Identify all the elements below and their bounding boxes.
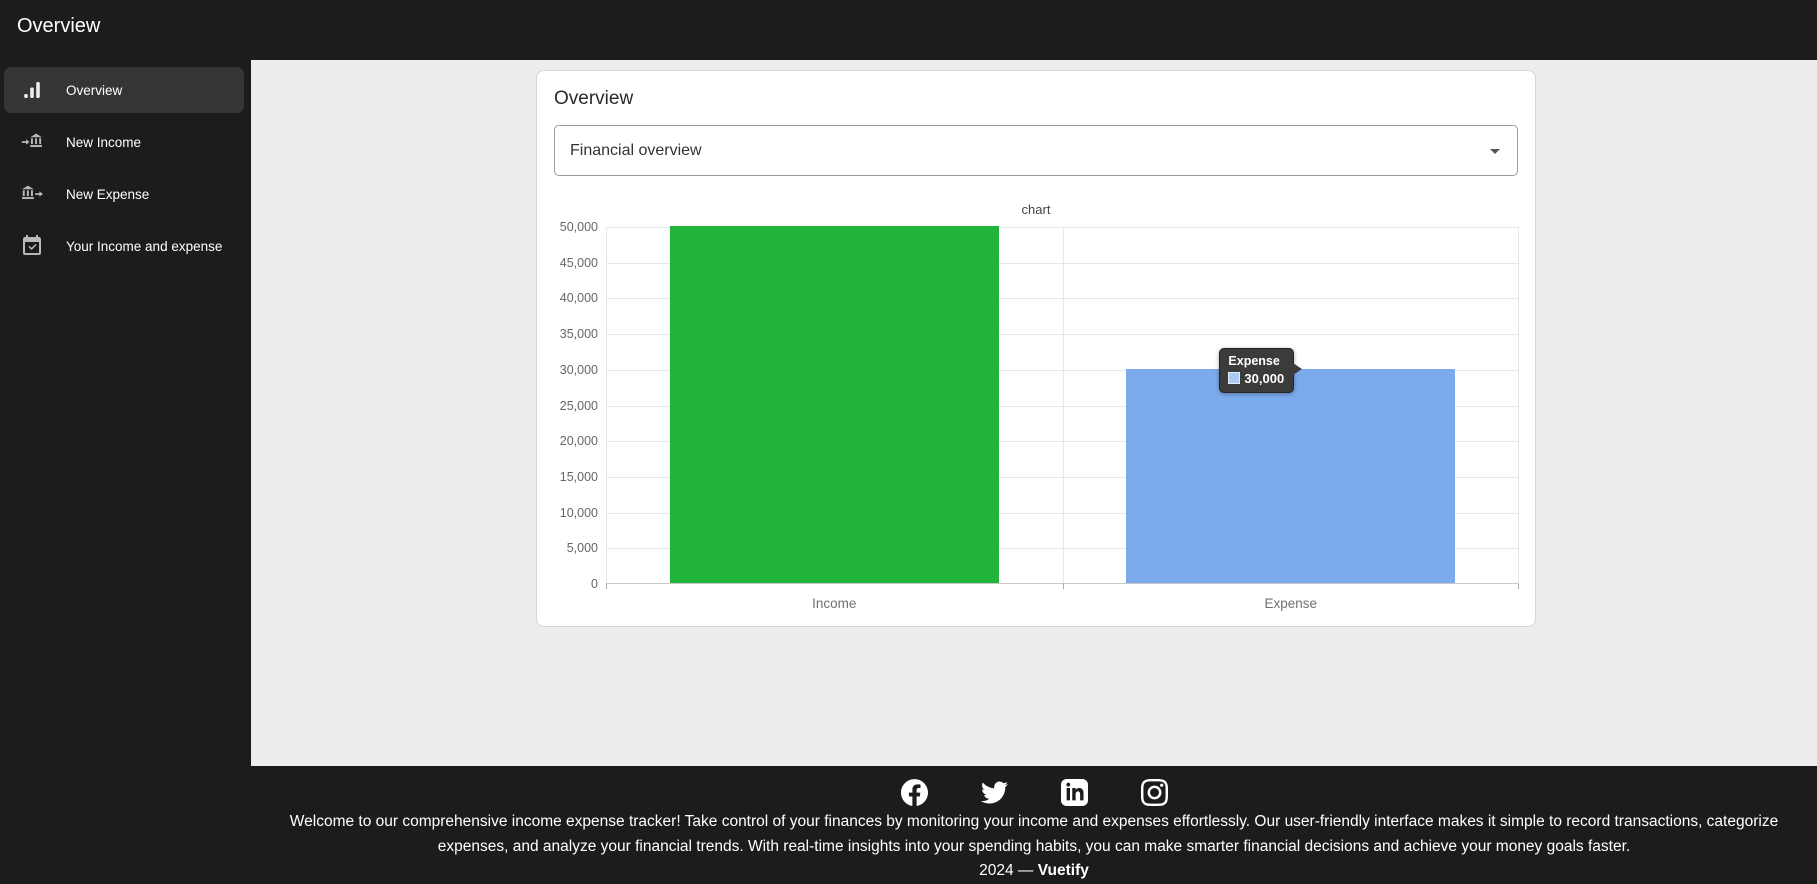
bank-transfer-out-icon bbox=[20, 182, 44, 206]
vertical-gridline bbox=[1518, 227, 1519, 583]
vertical-gridline bbox=[1063, 227, 1064, 583]
expense-bar[interactable] bbox=[1126, 369, 1455, 583]
copyright-year: 2024 — bbox=[979, 862, 1038, 879]
y-tick-label: 45,000 bbox=[537, 255, 598, 271]
calendar-check-icon bbox=[20, 234, 44, 258]
chart-title: chart bbox=[554, 202, 1518, 217]
tooltip-pointer-icon bbox=[1293, 363, 1302, 375]
sidebar-item-new-income[interactable]: New Income bbox=[4, 119, 244, 165]
overview-card: Overview Financial overview chart 05,000… bbox=[536, 70, 1536, 627]
linkedin-icon[interactable] bbox=[1061, 779, 1088, 806]
tooltip-series-label: Expense bbox=[1228, 353, 1284, 369]
sidebar-item-new-expense[interactable]: New Expense bbox=[4, 171, 244, 217]
page-title: Overview bbox=[17, 14, 100, 38]
facebook-icon[interactable] bbox=[901, 779, 928, 806]
main-content: Overview Financial overview chart 05,000… bbox=[251, 60, 1817, 766]
tooltip-swatch bbox=[1228, 372, 1240, 384]
sidebar-item-label: New Expense bbox=[66, 187, 149, 202]
bar-chart-icon bbox=[20, 78, 44, 102]
x-axis-tick bbox=[1063, 584, 1064, 589]
tooltip-value: 30,000 bbox=[1244, 371, 1284, 386]
sidebar: Overview New Income New Expense Your Income… bbox=[0, 60, 251, 766]
sidebar-item-your-income-and-expense[interactable]: Your Income and expense bbox=[4, 223, 244, 269]
sidebar-item-label: New Income bbox=[66, 135, 141, 150]
y-tick-label: 15,000 bbox=[537, 469, 598, 485]
income-bar[interactable] bbox=[670, 226, 999, 583]
x-axis-tick bbox=[1518, 584, 1519, 589]
x-axis-labels: IncomeExpense bbox=[606, 596, 1519, 616]
y-tick-label: 35,000 bbox=[537, 326, 598, 342]
footer: Welcome to our comprehensive income expe… bbox=[0, 766, 1817, 881]
x-category-label: Expense bbox=[1063, 596, 1520, 611]
tooltip-row: 30,000 bbox=[1228, 371, 1284, 386]
y-tick-label: 40,000 bbox=[537, 290, 598, 306]
instagram-icon[interactable] bbox=[1141, 779, 1168, 806]
vertical-gridline bbox=[606, 227, 607, 583]
chevron-down-icon[interactable] bbox=[1483, 139, 1507, 163]
brand-name: Vuetify bbox=[1038, 862, 1089, 879]
chart-tooltip: Expense 30,000 bbox=[1219, 348, 1294, 393]
y-tick-label: 30,000 bbox=[537, 362, 598, 378]
sidebar-item-label: Overview bbox=[66, 83, 122, 98]
twitter-icon[interactable] bbox=[981, 779, 1008, 806]
footer-copyright: 2024 — Vuetify bbox=[251, 859, 1817, 884]
plot-area: Expense 30,000 bbox=[606, 227, 1519, 584]
footer-inner: Welcome to our comprehensive income expe… bbox=[251, 766, 1817, 881]
y-tick-label: 0 bbox=[537, 576, 598, 592]
bank-transfer-in-icon bbox=[20, 130, 44, 154]
y-tick-label: 5,000 bbox=[537, 540, 598, 556]
y-tick-label: 20,000 bbox=[537, 433, 598, 449]
y-tick-label: 10,000 bbox=[537, 505, 598, 521]
x-category-label: Income bbox=[606, 596, 1063, 611]
x-axis-tick bbox=[606, 584, 607, 589]
y-tick-label: 25,000 bbox=[537, 398, 598, 414]
y-axis-labels: 0 5,000 10,000 15,000 20,000 25,000 30,000 35,0… bbox=[537, 71, 598, 626]
sidebar-item-overview[interactable]: Overview bbox=[4, 67, 244, 113]
footer-description: Welcome to our comprehensive income expe… bbox=[262, 810, 1807, 859]
sidebar-item-label: Your Income and expense bbox=[66, 239, 222, 254]
social-icons bbox=[251, 766, 1817, 806]
financial-overview-select[interactable]: Financial overview bbox=[554, 125, 1518, 176]
y-tick-label: 50,000 bbox=[537, 219, 598, 235]
topbar: Overview bbox=[0, 0, 1817, 60]
